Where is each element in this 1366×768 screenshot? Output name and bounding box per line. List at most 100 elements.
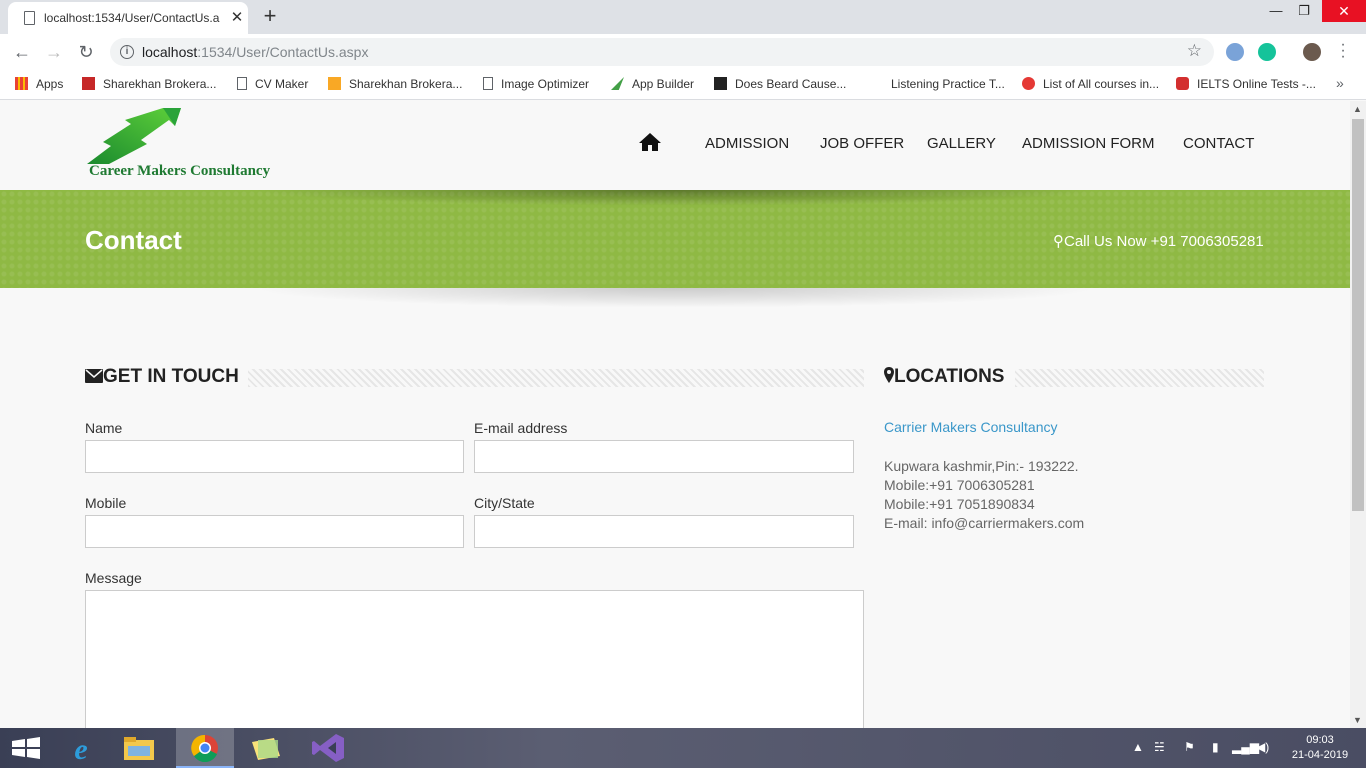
- nav-home[interactable]: [638, 132, 662, 156]
- page-viewport: Career Makers Consultancy ADMISSION JOB …: [0, 101, 1350, 728]
- extension-icon[interactable]: [1226, 43, 1244, 61]
- bookmark-label: App Builder: [632, 77, 695, 91]
- restore-button[interactable]: ❐: [1290, 0, 1318, 22]
- nav-admission-form[interactable]: ADMISSION FORM: [1022, 135, 1155, 152]
- back-icon[interactable]: ←: [10, 40, 34, 64]
- name-field[interactable]: [85, 440, 464, 473]
- taskbar-file-explorer[interactable]: [110, 728, 168, 768]
- show-hidden-icons[interactable]: ▲: [1132, 740, 1144, 754]
- window-close-button[interactable]: ✕: [1322, 0, 1366, 22]
- growth-arrow-icon: [87, 108, 181, 164]
- bookmark-label: Listening Practice T...: [891, 77, 1005, 91]
- nav-contact[interactable]: CONTACT: [1183, 135, 1254, 152]
- taskbar-clock[interactable]: 09:03 21-04-2019: [1290, 733, 1350, 763]
- windows-taskbar: e ▲ ☵ ⚑ ▮ ▂▄▆ ◀) 09:03 21-04-2019: [0, 728, 1366, 768]
- bookmark-label: Image Optimizer: [501, 77, 590, 91]
- taskbar-visual-studio[interactable]: [300, 728, 358, 768]
- sharekhan-icon: [328, 77, 341, 90]
- info-icon[interactable]: i: [120, 45, 134, 59]
- page-title: Contact: [85, 225, 182, 255]
- city-state-label: City/State: [474, 495, 535, 511]
- url-host: localhost: [142, 44, 198, 60]
- address-bar[interactable]: i localhost:1534/User/ContactUs.aspx ☆: [110, 38, 1214, 66]
- bookmark-listening[interactable]: Listening Practice T...: [891, 77, 1005, 91]
- minimize-button[interactable]: —: [1262, 0, 1290, 22]
- bookmark-label: Apps: [36, 77, 64, 91]
- scroll-up-icon[interactable]: ▲: [1353, 104, 1362, 114]
- battery-icon[interactable]: ▮: [1212, 740, 1219, 754]
- volume-icon[interactable]: ◀): [1256, 740, 1269, 754]
- reload-icon[interactable]: ↻: [74, 40, 98, 64]
- bookmark-label: IELTS Online Tests -...: [1197, 77, 1316, 91]
- close-icon[interactable]: ✕: [228, 8, 246, 26]
- nav-admission[interactable]: ADMISSION: [705, 135, 789, 152]
- map-marker-icon: [884, 367, 894, 383]
- tab-contactus[interactable]: localhost:1534/User/ContactUs.a ✕: [8, 2, 248, 34]
- clock-time: 09:03: [1306, 734, 1334, 746]
- internet-explorer-icon: e: [74, 733, 87, 766]
- windows-logo-icon: [12, 737, 40, 759]
- bookmark-ielts[interactable]: IELTS Online Tests -...: [1176, 77, 1316, 91]
- forward-icon[interactable]: →: [42, 40, 66, 64]
- bookmark-cv-maker[interactable]: CV Maker: [237, 77, 308, 91]
- location-name-link[interactable]: Carrier Makers Consultancy: [884, 419, 1058, 435]
- page-scrollbar[interactable]: ▲ ▼: [1350, 101, 1366, 728]
- locations-heading: LOCATIONS: [884, 366, 1264, 390]
- nav-job-offer[interactable]: JOB OFFER: [820, 135, 904, 152]
- browser-toolbar: ← → ↻ i localhost:1534/User/ContactUs.as…: [0, 34, 1366, 70]
- message-textarea[interactable]: [85, 590, 864, 728]
- bookmark-image-optimizer[interactable]: Image Optimizer: [483, 77, 589, 91]
- action-center-flag-icon[interactable]: ⚑: [1184, 740, 1195, 754]
- taskbar-ie[interactable]: e: [52, 728, 110, 768]
- envelope-icon: [85, 369, 103, 383]
- nav-gallery[interactable]: GALLERY: [927, 135, 996, 152]
- menu-icon[interactable]: · · ·: [1338, 37, 1348, 65]
- get-in-touch-title: GET IN TOUCH: [85, 366, 239, 388]
- location-email: E-mail: info@carriermakers.com: [884, 515, 1085, 531]
- bookmark-app-builder[interactable]: App Builder: [611, 77, 694, 91]
- city-state-field[interactable]: [474, 515, 854, 548]
- message-label: Message: [85, 570, 142, 586]
- bookmark-label: List of All courses in...: [1043, 77, 1160, 91]
- bookmark-beard[interactable]: Does Beard Cause...: [714, 77, 846, 91]
- locations-title: LOCATIONS: [884, 366, 1004, 388]
- profile-avatar[interactable]: [1303, 43, 1321, 61]
- clock-date: 21-04-2019: [1291, 749, 1349, 761]
- call-us-text: ⚲Call Us Now +91 7006305281: [1053, 232, 1264, 250]
- site-logo[interactable]: Career Makers Consultancy: [85, 106, 275, 184]
- bookmark-apps[interactable]: Apps: [15, 77, 63, 91]
- bookmark-sharekhan-2[interactable]: Sharekhan Brokera...: [328, 77, 462, 91]
- url-path: :1534/User/ContactUs.aspx: [197, 44, 369, 60]
- tab-strip: localhost:1534/User/ContactUs.a ✕ + — ❐ …: [0, 0, 1366, 34]
- mobile-field[interactable]: [85, 515, 464, 548]
- url-text[interactable]: localhost:1534/User/ContactUs.aspx: [142, 44, 368, 60]
- taskbar-chrome[interactable]: [176, 728, 234, 768]
- start-button[interactable]: [0, 728, 58, 768]
- bookmark-label: Sharekhan Brokera...: [103, 77, 217, 91]
- email-field[interactable]: [474, 440, 854, 473]
- locations-label: LOCATIONS: [894, 366, 1005, 387]
- bookmark-label: CV Maker: [255, 77, 309, 91]
- map-marker-icon: ⚲: [1053, 233, 1064, 250]
- call-us-label: Call Us Now +91 7006305281: [1064, 233, 1264, 250]
- bookmark-star-icon[interactable]: ☆: [1187, 41, 1202, 61]
- grammarly-icon[interactable]: [1258, 43, 1276, 61]
- network-app-icon[interactable]: ☵: [1154, 740, 1165, 754]
- folder-icon: [124, 737, 154, 760]
- get-in-touch-label: GET IN TOUCH: [103, 366, 239, 387]
- heading-divider: [248, 369, 864, 387]
- banner-shadow: [250, 288, 1100, 308]
- bookmark-courses[interactable]: List of All courses in...: [1022, 77, 1159, 91]
- scroll-thumb[interactable]: [1352, 119, 1364, 511]
- page-icon: [237, 77, 247, 90]
- bookmarks-bar: Apps Sharekhan Brokera... CV Maker Share…: [0, 70, 1366, 100]
- site-icon: [714, 77, 727, 90]
- more-bookmarks-icon[interactable]: »: [1336, 75, 1344, 91]
- taskbar-sticky-notes[interactable]: [238, 728, 296, 768]
- bookmark-sharekhan-1[interactable]: Sharekhan Brokera...: [82, 77, 216, 91]
- name-label: Name: [85, 420, 123, 436]
- new-tab-button[interactable]: +: [258, 3, 282, 29]
- scroll-down-icon[interactable]: ▼: [1353, 715, 1362, 725]
- bookmark-label: Does Beard Cause...: [735, 77, 847, 91]
- signal-icon[interactable]: ▂▄▆: [1232, 740, 1259, 754]
